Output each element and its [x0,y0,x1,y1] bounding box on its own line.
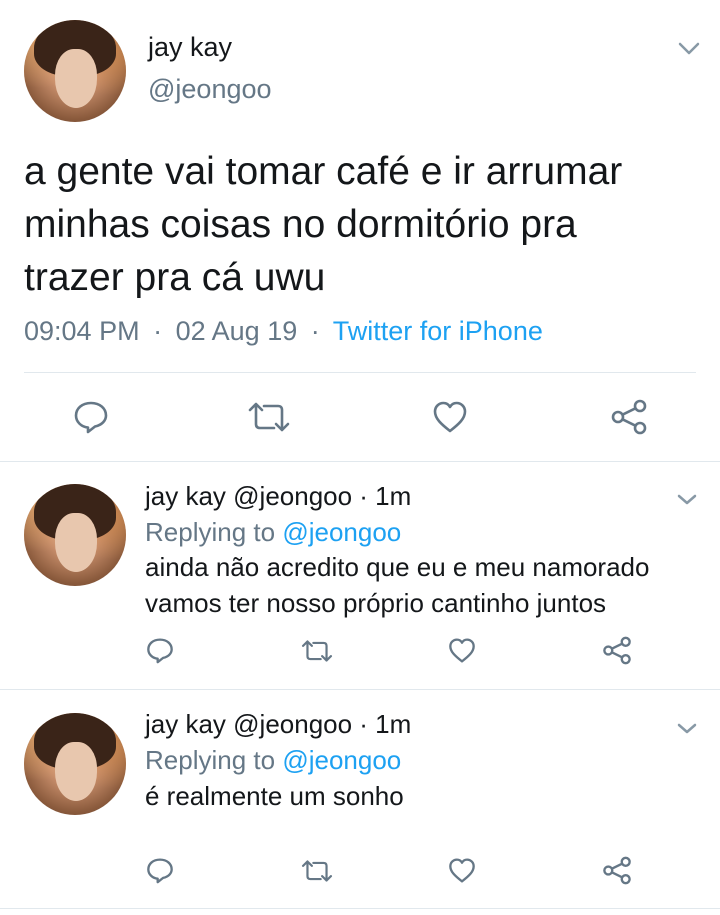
replying-to-handle[interactable]: @jeongoo [282,745,401,775]
tweet-time: 09:04 PM [24,316,140,346]
chevron-down-icon[interactable] [676,493,698,507]
reply-icon[interactable] [146,637,174,664]
reply-icon[interactable] [146,857,174,884]
avatar[interactable] [24,713,126,815]
like-icon[interactable] [448,637,476,664]
replying-to-handle[interactable]: @jeongoo [282,517,401,547]
tweet-text-line: trazer pra cá uwu [24,256,326,299]
retweet-icon[interactable] [300,640,334,662]
retweet-icon[interactable] [300,860,334,882]
replying-to: Replying to @jeongoo [145,745,401,776]
replying-to-label: Replying to [145,745,283,775]
reply-text-line: é realmente um sonho [145,781,404,811]
avatar[interactable] [24,484,126,586]
share-icon[interactable] [602,636,632,665]
divider [0,689,720,690]
share-icon[interactable] [610,399,648,435]
separator: · [310,316,320,346]
display-name[interactable]: jay kay [148,32,232,63]
reply-header: jay kay @jeongoo · 1m [145,709,412,739]
reply-text-line: ainda não acredito que eu e meu namorado [145,552,650,582]
replying-to-label: Replying to [145,517,283,547]
divider [24,372,696,373]
tweet-text-line: a gente vai tomar café e ir arrumar [24,150,623,193]
avatar[interactable] [24,20,126,122]
like-icon[interactable] [432,400,468,434]
retweet-icon[interactable] [246,402,292,432]
chevron-down-icon[interactable] [678,42,700,56]
replying-to: Replying to @jeongoo [145,517,401,548]
separator: · [153,316,163,346]
reply-header: jay kay @jeongoo · 1m [145,481,412,511]
divider [0,461,720,462]
chevron-down-icon[interactable] [676,722,698,736]
handle[interactable]: @jeongoo [148,74,272,105]
reply-icon[interactable] [73,400,109,434]
tweet-source[interactable]: Twitter for iPhone [333,316,543,346]
divider [0,908,720,909]
share-icon[interactable] [602,856,632,885]
like-icon[interactable] [448,857,476,884]
reply-text-line: vamos ter nosso próprio cantinho juntos [145,588,607,618]
tweet-meta: 09:04 PM · 02 Aug 19 · Twitter for iPhon… [24,316,543,347]
tweet-date[interactable]: 02 Aug 19 [176,316,298,346]
tweet-text-line: minhas coisas no dormitório pra [24,203,577,246]
